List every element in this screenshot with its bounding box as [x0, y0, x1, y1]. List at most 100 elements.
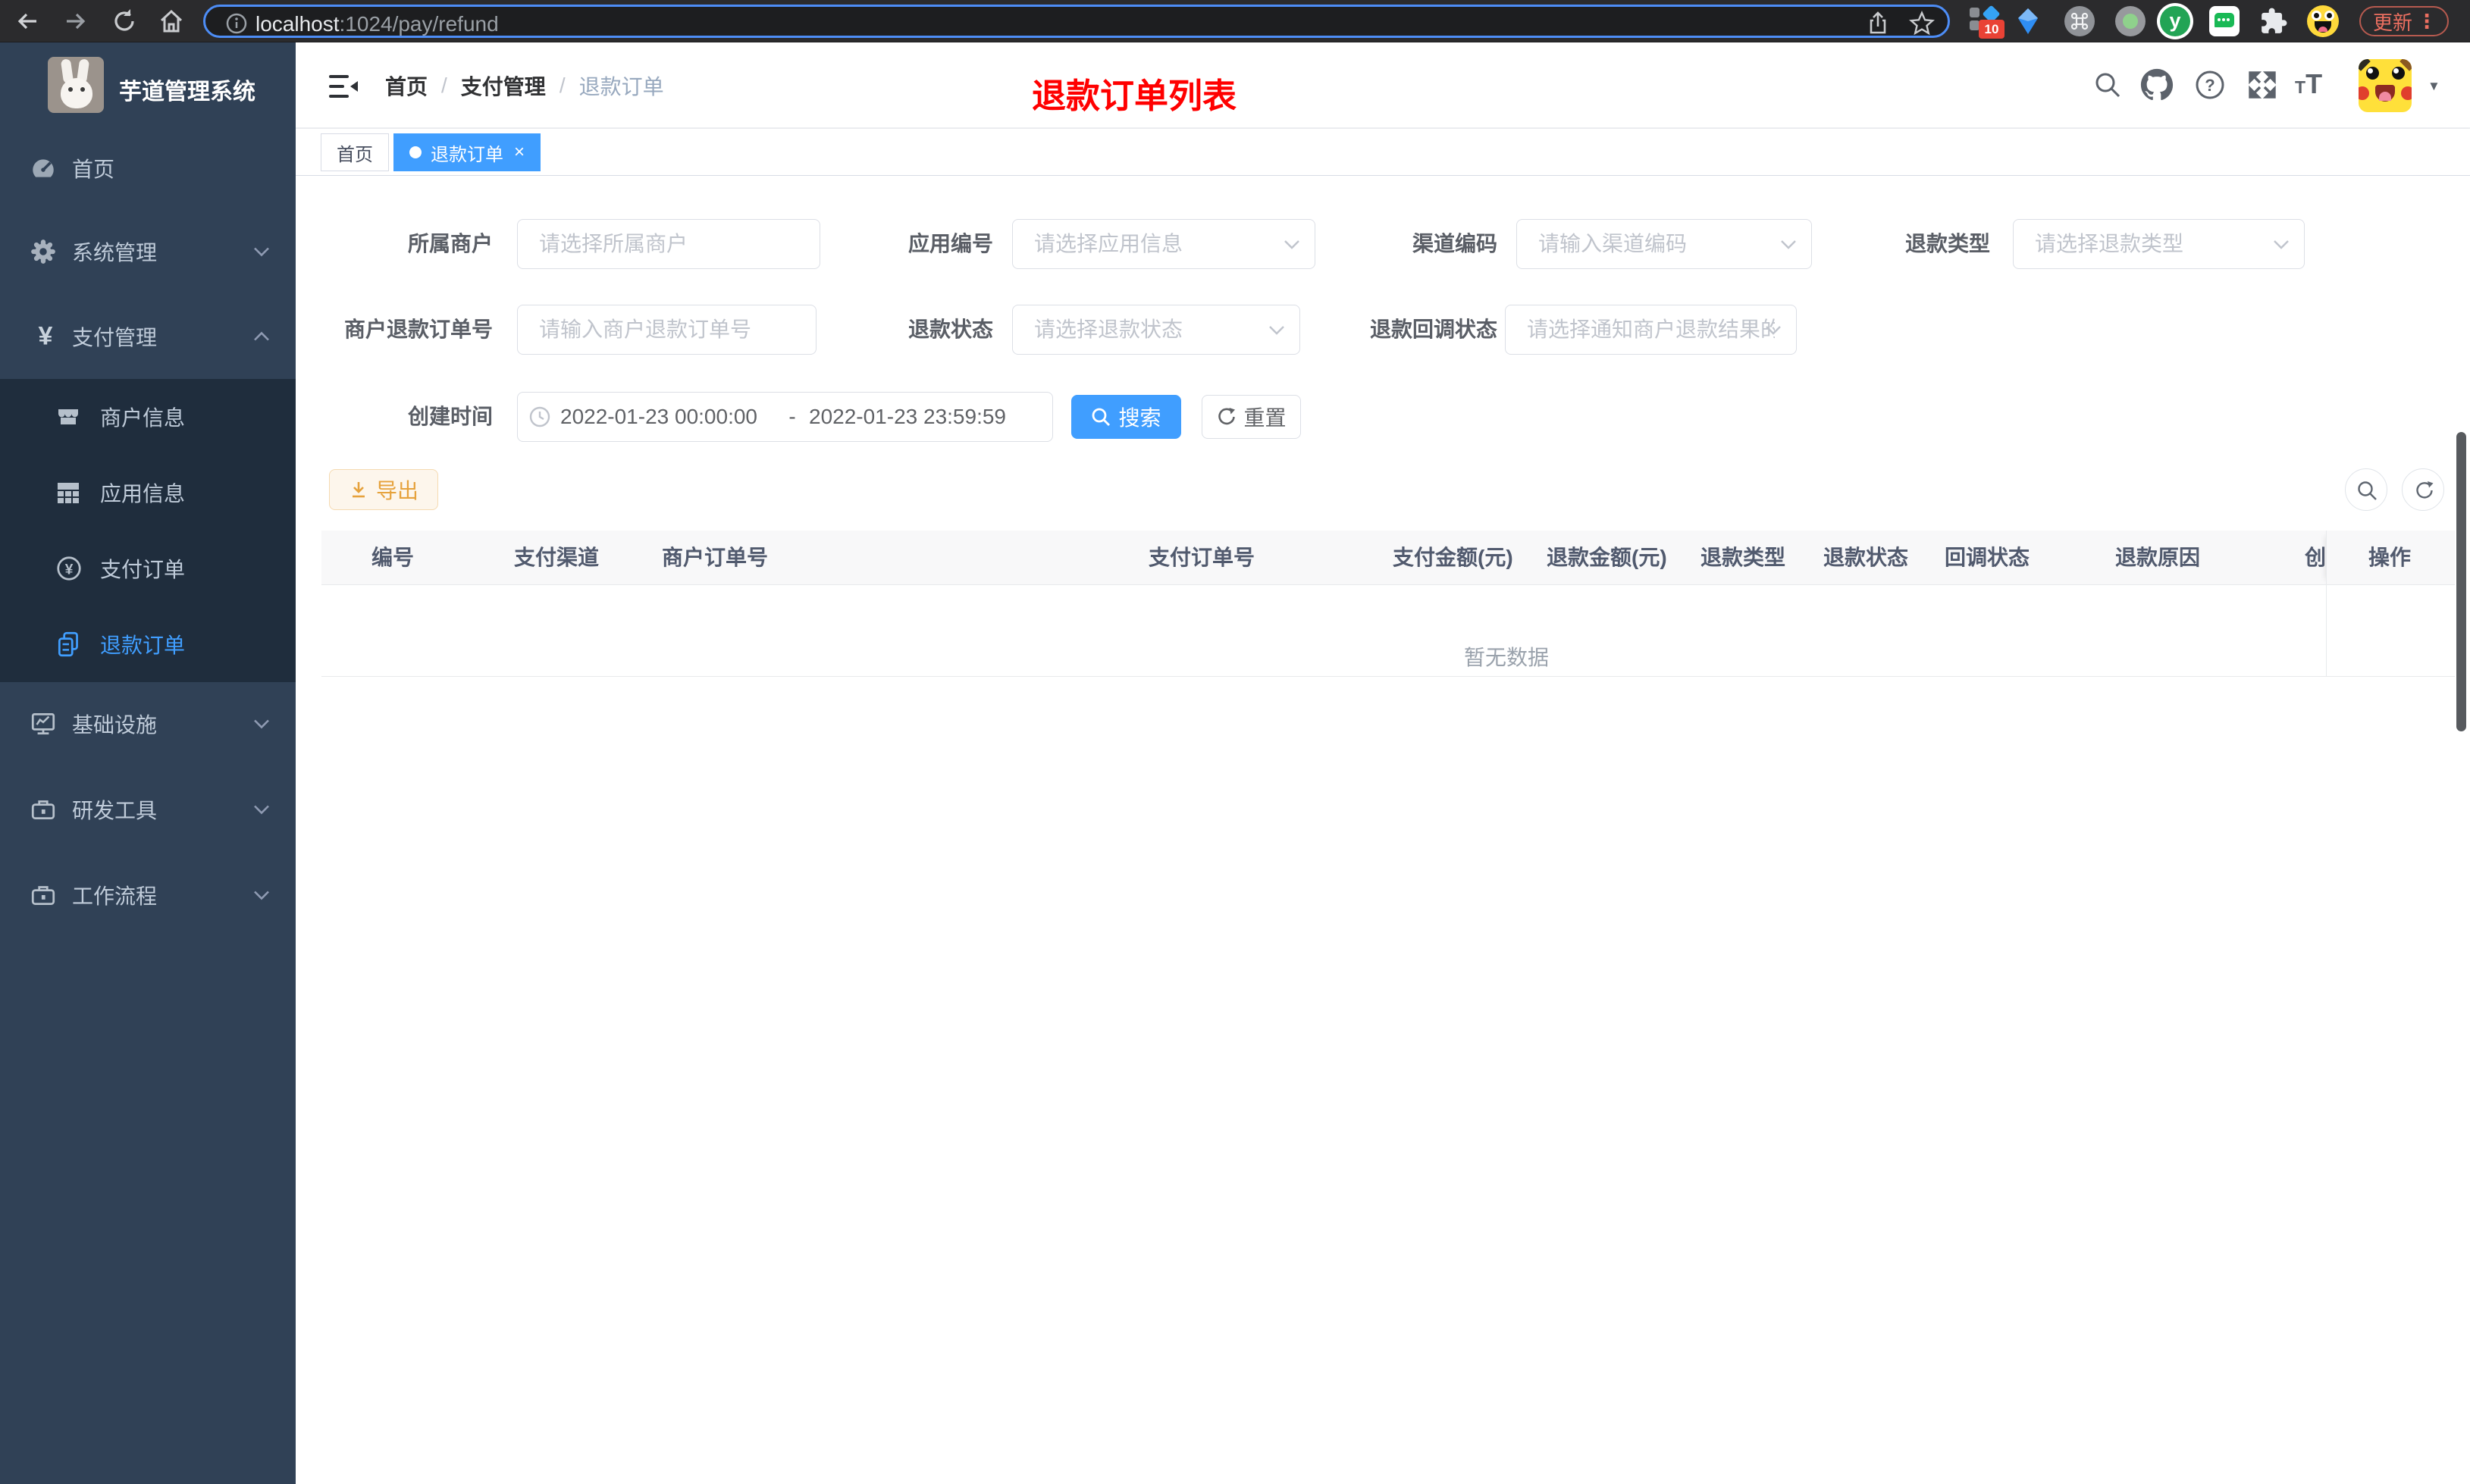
refresh-list-button[interactable] [2402, 468, 2444, 511]
chevron-down-icon [2273, 240, 2290, 249]
yen-icon: ¥ [38, 321, 53, 351]
close-icon[interactable]: × [514, 143, 525, 161]
sidebar-item-label: 工作流程 [72, 884, 158, 908]
sidebar-item-app-info[interactable]: 应用信息 [0, 455, 296, 531]
channel-input[interactable] [1516, 219, 1812, 269]
reload-icon[interactable] [111, 8, 138, 35]
refund-type-select [2013, 219, 2305, 269]
col-merchant-order-no: 商户订单号 [662, 546, 769, 569]
extension-dot-icon[interactable] [2115, 6, 2146, 36]
svg-text:?: ? [2205, 76, 2215, 95]
sidebar-item-label: 支付管理 [72, 326, 158, 349]
chevron-up-icon [253, 331, 270, 342]
sidebar-item-dev-tools[interactable]: 研发工具 [0, 768, 296, 851]
col-refund-amount: 退款金额(元) [1547, 546, 1667, 569]
extension-y-icon[interactable]: y [2160, 6, 2190, 36]
url-text[interactable]: localhost:1024/pay/refund [255, 12, 499, 36]
extension-gem-icon[interactable] [2013, 6, 2043, 36]
active-dot [409, 146, 422, 158]
chevron-down-icon [253, 805, 270, 815]
col-refund-type: 退款类型 [1700, 546, 1786, 569]
sidebar-item-home[interactable]: 首页 [0, 127, 296, 210]
filter-label-merchant-refund-no: 商户退款订单号 [343, 318, 493, 341]
help-icon[interactable]: ? [2194, 69, 2226, 101]
search-icon[interactable] [2093, 70, 2122, 99]
sidebar-logo-row[interactable]: 芋道管理系统 [0, 42, 296, 129]
sidebar-item-merchant-info[interactable]: 商户信息 [0, 379, 296, 455]
date-range-picker[interactable]: 2022-01-23 00:00:00 - 2022-01-23 23:59:5… [517, 392, 1053, 442]
github-icon[interactable] [2140, 68, 2174, 102]
search-icon [2358, 481, 2377, 500]
chevron-down-icon [1284, 240, 1300, 249]
fullscreen-icon[interactable] [2247, 70, 2277, 100]
refund-status-select [1012, 305, 1300, 355]
url-host: localhost [255, 12, 340, 36]
sidebar-item-system[interactable]: 系统管理 [0, 210, 296, 293]
bookmark-star-icon[interactable] [1908, 10, 1936, 37]
avatar[interactable] [2359, 59, 2412, 112]
refund-doc-icon [55, 630, 85, 659]
content: 所属商户 应用编号 渠道编码 退款类型 商户退款订单号 退款状态 退款回调状态 [296, 176, 2470, 1484]
empty-text: 暂无数据 [1464, 646, 1550, 669]
extension-command-icon[interactable] [2064, 6, 2095, 36]
font-size-icon[interactable]: TT [2295, 68, 2322, 100]
filter-label-merchant: 所属商户 [407, 232, 493, 255]
date-end-value[interactable]: 2022-01-23 23:59:59 [809, 405, 1036, 429]
notify-status-input[interactable] [1505, 305, 1797, 355]
breadcrumb-home[interactable]: 首页 [385, 70, 428, 101]
sidebar-item-workflow[interactable]: 工作流程 [0, 853, 296, 937]
extension-emoji-icon[interactable] [2307, 5, 2339, 37]
share-icon[interactable] [1864, 10, 1892, 37]
breadcrumb: 首页 / 支付管理 / 退款订单 [385, 42, 664, 129]
yen-circle-icon: ¥ [55, 554, 85, 583]
sidebar-item-pay[interactable]: ¥ 支付管理 [0, 295, 296, 378]
tab-home[interactable]: 首页 [321, 133, 389, 171]
page-header: 首页 / 支付管理 / 退款订单 退款订单列表 ? TT ▼ [296, 42, 2470, 129]
clock-icon [528, 405, 551, 428]
home-icon[interactable] [158, 8, 185, 35]
col-pay-channel: 支付渠道 [514, 546, 600, 569]
app-input[interactable] [1012, 219, 1315, 269]
channel-select [1516, 219, 1812, 269]
merchant-input[interactable] [517, 219, 820, 269]
sidebar-item-label: 退款订单 [100, 634, 186, 657]
col-id: 编号 [371, 546, 415, 569]
sidebar-item-refund-order[interactable]: 退款订单 [0, 606, 296, 682]
chrome-menu-icon[interactable]: ⋮ [2417, 10, 2437, 33]
search-button[interactable]: 搜索 [1071, 395, 1181, 439]
extension-chat-icon[interactable] [2209, 6, 2240, 36]
filter-label-create-time: 创建时间 [407, 405, 493, 428]
url-bar[interactable]: localhost:1024/pay/refund [203, 5, 1950, 38]
export-button-label: 导出 [375, 479, 418, 502]
caret-down-icon[interactable]: ▼ [2428, 79, 2440, 94]
gear-icon [29, 237, 62, 266]
reset-button[interactable]: 重置 [1202, 395, 1301, 439]
chrome-update-button[interactable]: 更新 ⋮ [2359, 6, 2449, 36]
sidebar-item-label: 基础设施 [72, 713, 158, 737]
export-button[interactable]: 导出 [329, 469, 438, 510]
site-info-icon[interactable] [225, 12, 248, 35]
table-header: 编号 支付渠道 商户订单号 支付订单号 支付金额(元) 退款金额(元) 退款类型… [321, 531, 2455, 585]
page-scrollbar[interactable] [2456, 432, 2466, 731]
back-icon[interactable] [14, 8, 41, 35]
tab-refund-order[interactable]: 退款订单 × [393, 133, 541, 171]
filter-label-refund-type: 退款类型 [1904, 232, 1990, 255]
sidebar-item-pay-order[interactable]: ¥ 支付订单 [0, 531, 296, 606]
dashboard-icon [29, 154, 62, 183]
extensions-puzzle-icon[interactable] [2259, 7, 2288, 36]
date-start-value[interactable]: 2022-01-23 00:00:00 [560, 405, 776, 429]
app-title: 芋道管理系统 [119, 80, 255, 105]
refresh-icon [1218, 408, 1236, 425]
sidebar-collapse-icon[interactable] [329, 74, 358, 99]
merchant-refund-no-input[interactable] [517, 305, 817, 355]
show-search-toggle-button[interactable] [2345, 468, 2387, 511]
sidebar-item-infra[interactable]: 基础设施 [0, 682, 296, 765]
refund-type-input[interactable] [2013, 219, 2305, 269]
sidebar-item-label: 研发工具 [72, 799, 158, 822]
filter-label-channel: 渠道编码 [1412, 232, 1497, 255]
breadcrumb-pay[interactable]: 支付管理 [461, 70, 546, 101]
refund-status-input[interactable] [1012, 305, 1300, 355]
extension-tabs-icon[interactable]: 10 [1970, 5, 2005, 39]
forward-icon[interactable] [62, 8, 89, 35]
briefcase-icon [29, 795, 62, 824]
